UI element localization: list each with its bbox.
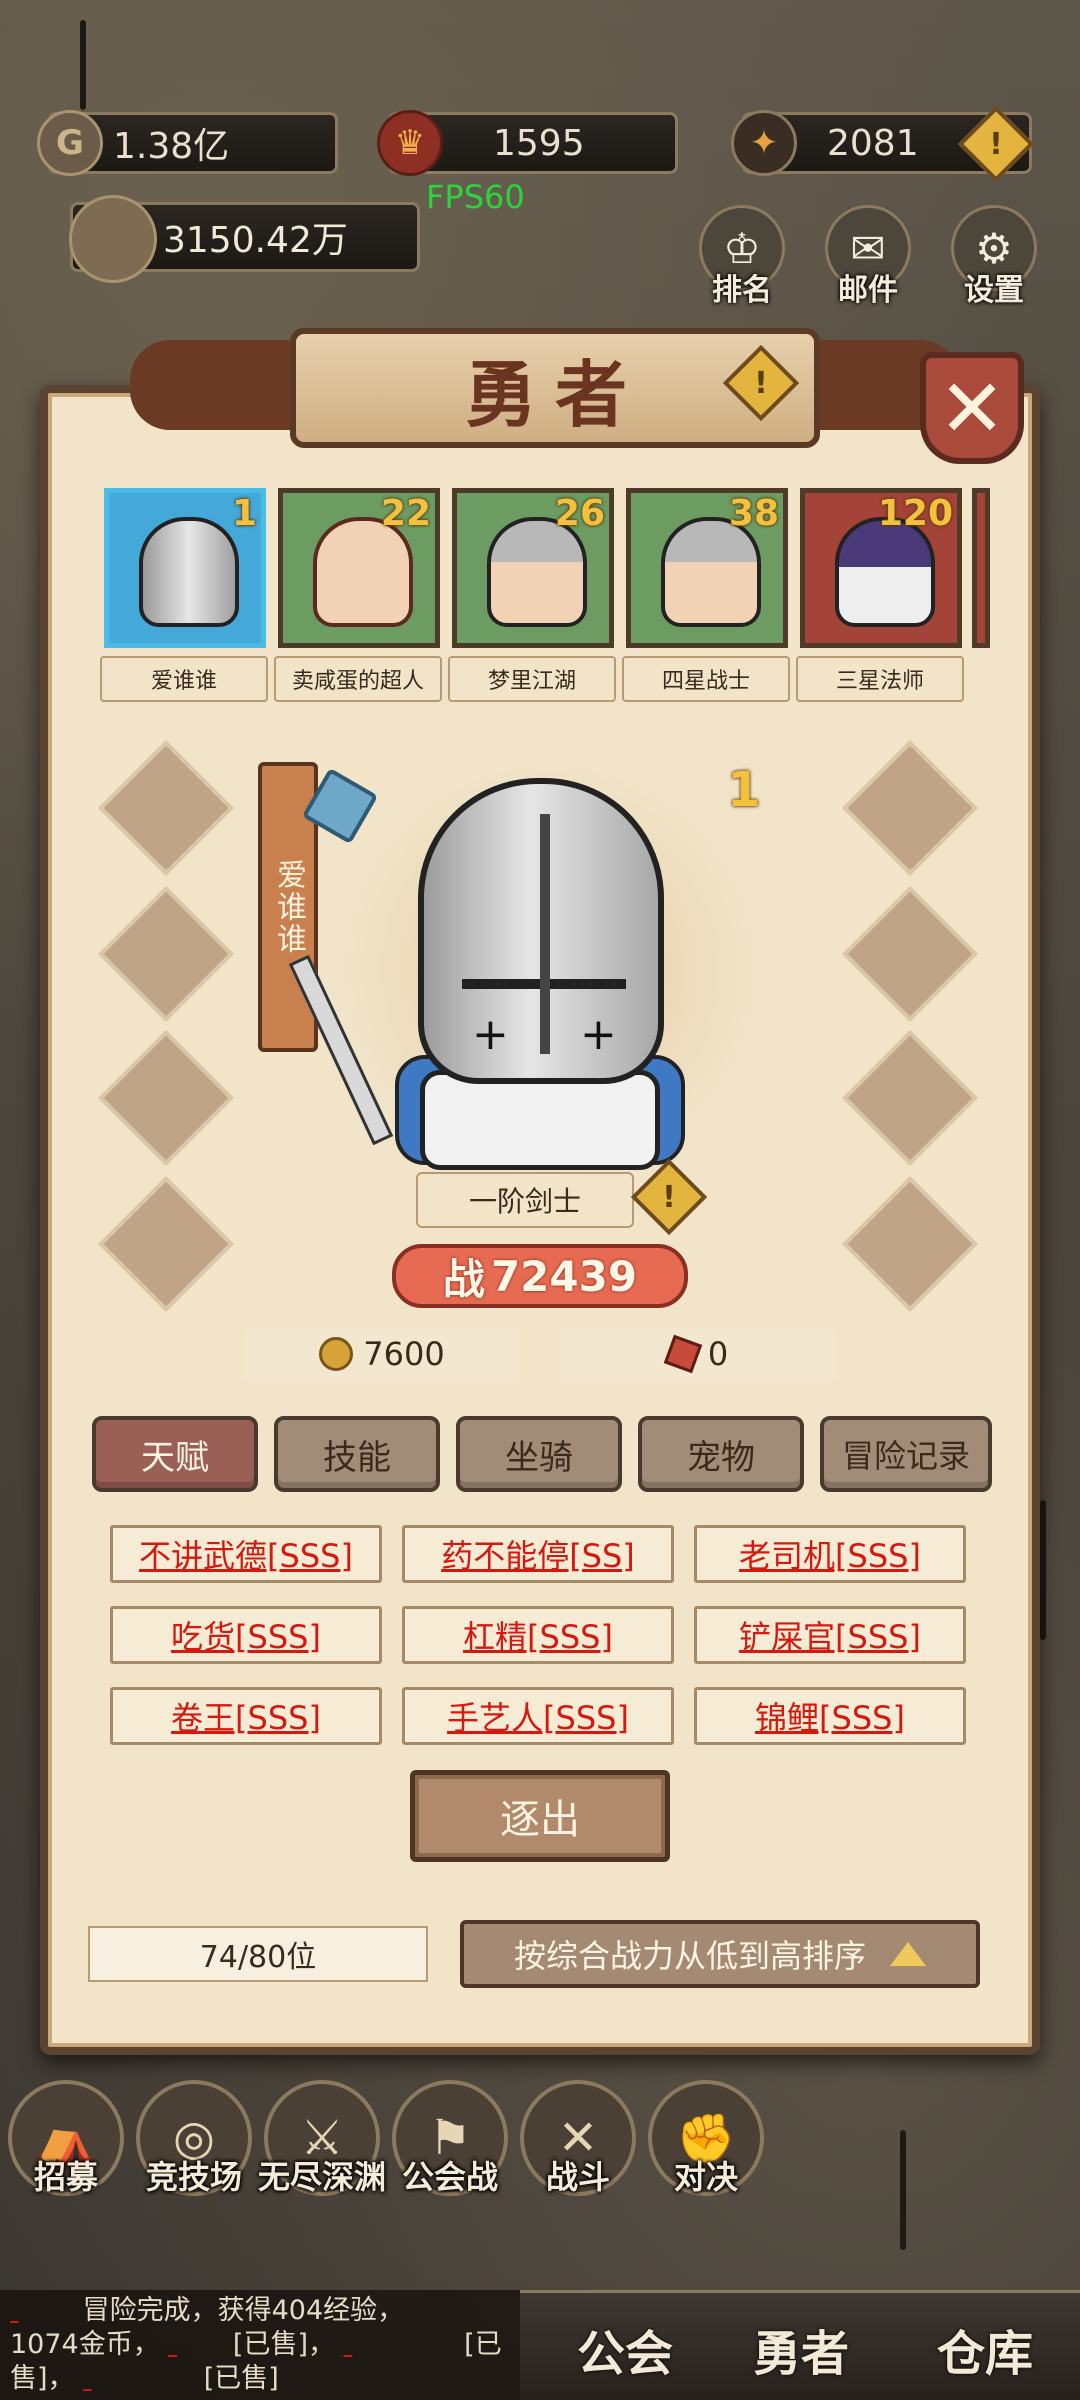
tab-adventure-log[interactable]: 冒险记录 [820, 1416, 992, 1492]
gold-value: 1.38亿 [113, 126, 230, 167]
talent-item[interactable]: 铲屎官[SSS] [694, 1606, 966, 1664]
talent-item[interactable]: 杠精[SSS] [402, 1606, 674, 1664]
soul-value: 2081 [827, 122, 919, 164]
nav-label: 公会战 [401, 2158, 498, 2196]
talent-item[interactable]: 老司机[SSS] [694, 1525, 966, 1583]
close-button[interactable]: ✕ [920, 352, 1024, 464]
talent-item[interactable]: 不讲武德[SSS] [110, 1525, 382, 1583]
dark-orb-icon: ✦ [731, 110, 797, 176]
gold-coin-icon: G [37, 110, 103, 176]
helmet-ridge [540, 814, 550, 1054]
ranking-button[interactable]: ♔ 排名 [692, 205, 792, 308]
close-icon: ✕ [938, 361, 1006, 455]
mail-button[interactable]: ✉ 邮件 [818, 205, 918, 308]
tab-guild[interactable]: 公会 [540, 2314, 710, 2384]
tab-mount[interactable]: 坐骑 [456, 1416, 622, 1492]
info-icon[interactable]: ! [957, 105, 1035, 183]
hero-level: 120 [877, 493, 953, 534]
settings-button[interactable]: ⚙ 设置 [944, 205, 1044, 308]
honor-value: 1595 [493, 122, 585, 164]
nav-label: 招募 [33, 2158, 98, 2196]
gold-counter[interactable]: G 1.38亿 [37, 110, 338, 176]
tab-heroes[interactable]: 勇者 [716, 2314, 886, 2384]
talent-item[interactable]: 药不能停[SS] [402, 1525, 674, 1583]
hero-level: 22 [380, 493, 431, 534]
honor-counter[interactable]: ♛ 1595 [377, 110, 678, 176]
knight-body [420, 1070, 660, 1170]
fragment-icon [663, 1334, 703, 1374]
chat-line: 售]， [已售] [10, 2362, 279, 2396]
hero-level: 1 [231, 493, 257, 534]
chat-line: 冒险完成，获得404经验， [10, 2294, 510, 2328]
total-power: 3150.42万 [69, 195, 420, 283]
hero-card[interactable]: 26 [452, 488, 614, 648]
rank-badge: 1 [727, 762, 761, 818]
cross-mark: + [580, 1009, 617, 1060]
tab-skill[interactable]: 技能 [274, 1416, 440, 1492]
nav-label: 对决 [673, 2158, 738, 2196]
hero-card[interactable]: 38 [626, 488, 788, 648]
hero-card[interactable]: 1 [104, 488, 266, 648]
soul-counter[interactable]: ✦ 2081 ! [731, 105, 1035, 183]
arrow-up-icon [890, 1942, 926, 1966]
talent-item[interactable]: 卷王[SSS] [110, 1687, 382, 1745]
sort-button[interactable]: 按综合战力从低到高排序 [460, 1920, 980, 1988]
expel-button[interactable]: 逐出 [410, 1770, 670, 1862]
shield-emblem-icon: ♛ [377, 110, 443, 176]
combat-power: 战 72439 [392, 1244, 688, 1308]
talent-item[interactable]: 手艺人[SSS] [402, 1687, 674, 1745]
hero-portrait [139, 517, 239, 627]
knight-helmet: + + [418, 778, 664, 1084]
nav-label: 战斗 [545, 2158, 610, 2196]
tab-warehouse[interactable]: 仓库 [900, 2314, 1070, 2384]
tree-decoration [900, 2130, 906, 2250]
item-link[interactable] [168, 2328, 224, 2362]
laurel-badge-icon [69, 195, 157, 283]
tab-pet[interactable]: 宠物 [638, 1416, 804, 1492]
tree-decoration [80, 20, 86, 110]
nav-label: 无尽深渊 [257, 2158, 386, 2196]
chat-log[interactable]: 冒险完成，获得404经验， 1074金币， [已售]， [已 售]， [已售] [0, 2290, 520, 2400]
hero-count: 74/80位 [88, 1926, 428, 1982]
hero-card-partial[interactable] [972, 488, 990, 648]
hero-name: 卖咸蛋的超人 [274, 656, 442, 702]
nav-label: 竞技场 [145, 2158, 242, 2196]
talent-item[interactable]: 吃货[SSS] [110, 1606, 382, 1664]
hero-name: 爱谁谁 [100, 656, 268, 702]
item-link[interactable] [83, 2362, 195, 2396]
tab-talent[interactable]: 天赋 [92, 1416, 258, 1492]
hero-name: 梦里江湖 [448, 656, 616, 702]
cross-mark: + [472, 1009, 509, 1060]
chat-line: 1074金币， [已售]， [已 [10, 2328, 502, 2362]
hero-card[interactable]: 120 [800, 488, 962, 648]
hero-card[interactable]: 22 [278, 488, 440, 648]
talent-item[interactable]: 锦鲤[SSS] [694, 1687, 966, 1745]
item-link[interactable] [344, 2328, 456, 2362]
hero-name: 四星战士 [622, 656, 790, 702]
gold-coin-icon [319, 1337, 354, 1371]
hero-level: 26 [554, 493, 605, 534]
tree-decoration [1040, 1500, 1046, 1640]
hero-class: 一阶剑士 [416, 1172, 634, 1228]
fps-counter: FPS60 [426, 178, 525, 216]
hero-name: 三星法师 [796, 656, 964, 702]
player-name-link[interactable] [10, 2294, 74, 2328]
gold-cost: 7600 [244, 1326, 520, 1382]
hero-level: 38 [728, 493, 779, 534]
fragment-cost: 0 [560, 1326, 836, 1382]
